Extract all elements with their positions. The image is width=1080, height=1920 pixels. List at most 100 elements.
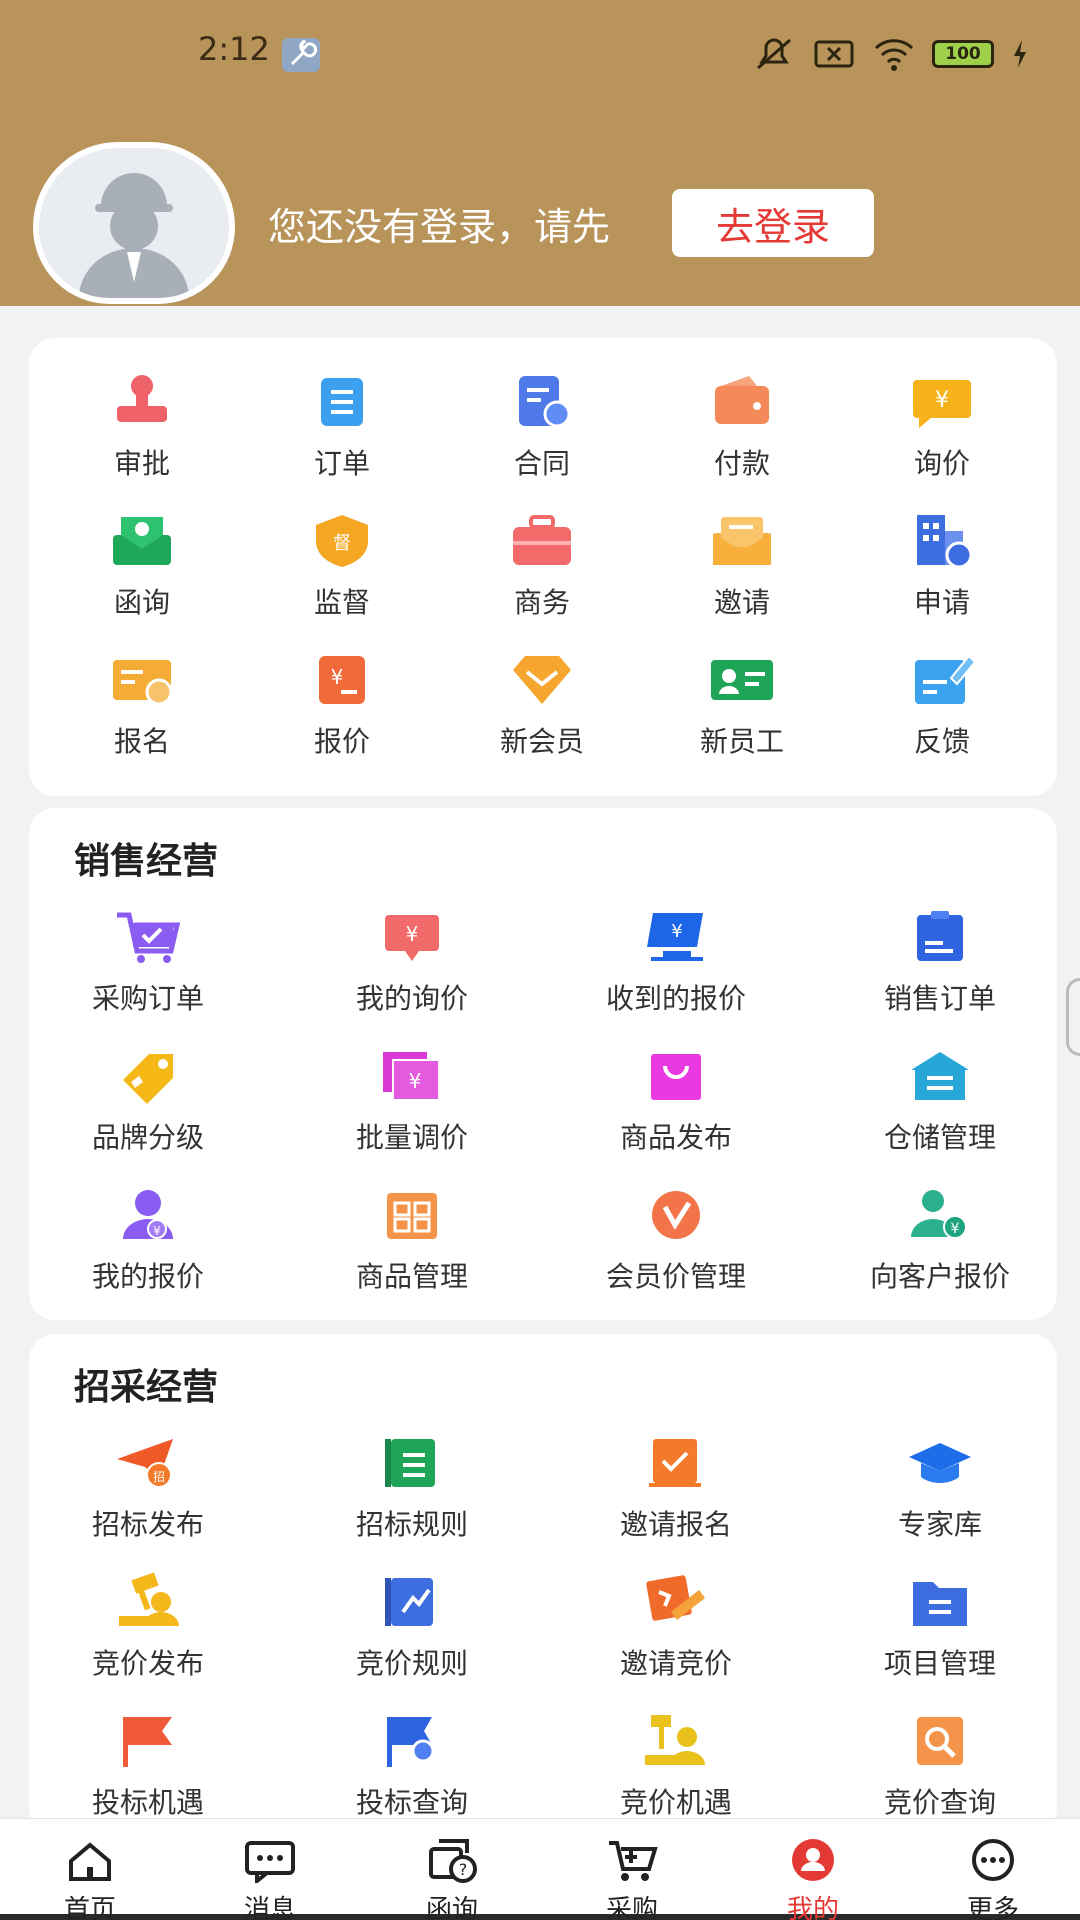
grid-item-approval-stamp[interactable]: 审批 [42, 370, 242, 482]
nav-item-profile[interactable]: 我的 [753, 1819, 873, 1920]
grid-item-project-folder[interactable]: 项目管理 [840, 1570, 1040, 1682]
grid-item-label: 付款 [713, 447, 770, 480]
letter-inquiry-icon [105, 509, 179, 573]
grid-item-label: 仓储管理 [883, 1121, 996, 1154]
tender-section: 招采经营 招招标发布 招标规则 邀请报名 专家库 竞价发布 竞价规则 邀请竞价 项目管理 投标机… [29, 1334, 1057, 1834]
feedback-edit-icon [905, 648, 979, 712]
invitation-envelope-icon [705, 509, 779, 573]
grid-item-brand-tag[interactable]: 品牌分级 [48, 1044, 248, 1156]
grid-item-wallet[interactable]: 付款 [642, 370, 842, 482]
nav-label: 我的 [786, 1895, 839, 1920]
grid-item-label: 合同 [513, 447, 570, 480]
grid-item-received-quote-monitor[interactable]: ¥ 收到的报价 [576, 905, 776, 1017]
grid-item-expert-cap[interactable]: 专家库 [840, 1431, 1040, 1543]
my-inquiry-icon: ¥ [375, 905, 449, 969]
grid-item-invite-registration[interactable]: 邀请报名 [576, 1431, 776, 1543]
grid-item-label: 审批 [113, 447, 170, 480]
grid-item-contract-document[interactable]: 合同 [442, 370, 642, 482]
grid-item-tender-rules[interactable]: 招标规则 [312, 1431, 512, 1543]
member-price-icon [639, 1183, 713, 1247]
grid-item-my-quote-user[interactable]: ¥ 我的报价 [48, 1183, 248, 1295]
svg-text:¥: ¥ [935, 388, 949, 413]
grid-item-label: 竞价发布 [91, 1647, 204, 1680]
grid-item-batch-price[interactable]: ¥ 批量调价 [312, 1044, 512, 1156]
auction-opportunity-icon [639, 1709, 713, 1773]
grid-item-briefcase[interactable]: 商务 [442, 509, 642, 621]
quote-document-icon: ¥ [305, 648, 379, 712]
grid-item-label: 销售订单 [883, 982, 996, 1015]
svg-text:¥: ¥ [153, 1224, 161, 1238]
grid-item-bid-opportunity-flag[interactable]: 投标机遇 [48, 1709, 248, 1821]
grid-item-label: 品牌分级 [91, 1121, 204, 1154]
grid-item-order-clipboard[interactable]: 订单 [242, 370, 442, 482]
grid-item-label: 邀请 [713, 586, 770, 619]
grid-item-new-employee-badge[interactable]: 新员工 [642, 648, 842, 760]
grid-item-letter-inquiry[interactable]: 函询 [42, 509, 242, 621]
grid-item-bid-publish[interactable]: 竞价发布 [48, 1570, 248, 1682]
grid-item-label: 批量调价 [355, 1121, 468, 1154]
auction-query-icon [903, 1709, 977, 1773]
grid-item-feedback-edit[interactable]: 反馈 [842, 648, 1042, 760]
expert-cap-icon [903, 1431, 977, 1495]
nav-label: 消息 [243, 1895, 296, 1920]
supervision-shield-icon: 督 [305, 509, 379, 573]
profile-icon [786, 1819, 840, 1887]
more-icon [966, 1819, 1020, 1887]
svg-text:¥: ¥ [331, 665, 344, 689]
svg-text:?: ? [459, 1860, 468, 1879]
application-building-icon [905, 509, 979, 573]
new-member-diamond-icon [505, 648, 579, 712]
avatar[interactable] [33, 142, 235, 304]
login-prompt: 您还没有登录，请先 [268, 205, 611, 249]
wrench-icon [282, 38, 320, 72]
grid-item-product-management[interactable]: 商品管理 [312, 1183, 512, 1295]
grid-item-label: 申请 [913, 586, 970, 619]
grid-item-label: 商品发布 [619, 1121, 732, 1154]
grid-item-label: 招标规则 [355, 1508, 468, 1541]
grid-item-purchase-cart[interactable]: 采购订单 [48, 905, 248, 1017]
grid-item-quote-document[interactable]: ¥ 报价 [242, 648, 442, 760]
grid-item-label: 监督 [313, 586, 370, 619]
order-clipboard-icon [305, 370, 379, 434]
grid-item-label: 邀请竞价 [619, 1647, 732, 1680]
grid-item-new-member-diamond[interactable]: 新会员 [442, 648, 642, 760]
grid-item-product-publish-bag[interactable]: 商品发布 [576, 1044, 776, 1156]
grid-item-auction-query[interactable]: 竞价查询 [840, 1709, 1040, 1821]
grid-item-sales-order[interactable]: 销售订单 [840, 905, 1040, 1017]
briefcase-icon [505, 509, 579, 573]
grid-item-label: 函询 [113, 586, 170, 619]
home-indicator [0, 1914, 1080, 1920]
grid-item-registration-card[interactable]: 报名 [42, 648, 242, 760]
grid-item-supervision-shield[interactable]: 督监督 [242, 509, 442, 621]
nav-label: 首页 [63, 1895, 116, 1920]
grid-item-bid-query-flag[interactable]: 投标查询 [312, 1709, 512, 1821]
invite-registration-icon [639, 1431, 713, 1495]
grid-item-label: 竞价机遇 [619, 1786, 732, 1819]
grid-item-warehouse[interactable]: 仓储管理 [840, 1044, 1040, 1156]
grid-item-invite-bid[interactable]: 邀请竞价 [576, 1570, 776, 1682]
side-drawer-handle[interactable] [1066, 978, 1080, 1056]
grid-item-label: 向客户报价 [869, 1260, 1010, 1293]
nav-label: 采购 [605, 1895, 658, 1920]
nav-item-letter-query[interactable]: ? 函询 [392, 1819, 512, 1920]
grid-item-application-building[interactable]: 申请 [842, 509, 1042, 621]
section-title-sales: 销售经营 [74, 841, 219, 882]
invite-bid-icon [639, 1570, 713, 1634]
grid-item-inquiry-price[interactable]: ¥ 询价 [842, 370, 1042, 482]
grid-item-member-price[interactable]: 会员价管理 [576, 1183, 776, 1295]
grid-item-bid-rules[interactable]: 竞价规则 [312, 1570, 512, 1682]
nav-item-more[interactable]: 更多 [933, 1819, 1053, 1920]
nav-item-message[interactable]: 消息 [210, 1819, 330, 1920]
grid-item-customer-quote[interactable]: ¥ 向客户报价 [840, 1183, 1040, 1295]
login-button[interactable]: 去登录 [672, 189, 874, 257]
grid-item-invitation-envelope[interactable]: 邀请 [642, 509, 842, 621]
nav-item-home[interactable]: 首页 [30, 1819, 150, 1920]
nav-item-cart[interactable]: 采购 [572, 1819, 692, 1920]
grid-item-auction-opportunity[interactable]: 竞价机遇 [576, 1709, 776, 1821]
mute-vibrate-icon [752, 34, 796, 74]
svg-text:¥: ¥ [671, 921, 682, 942]
letter-query-icon: ? [425, 1819, 479, 1887]
grid-item-tender-publish-plane[interactable]: 招招标发布 [48, 1431, 248, 1543]
grid-item-my-inquiry[interactable]: ¥ 我的询价 [312, 905, 512, 1017]
grid-item-label: 报价 [313, 725, 370, 758]
